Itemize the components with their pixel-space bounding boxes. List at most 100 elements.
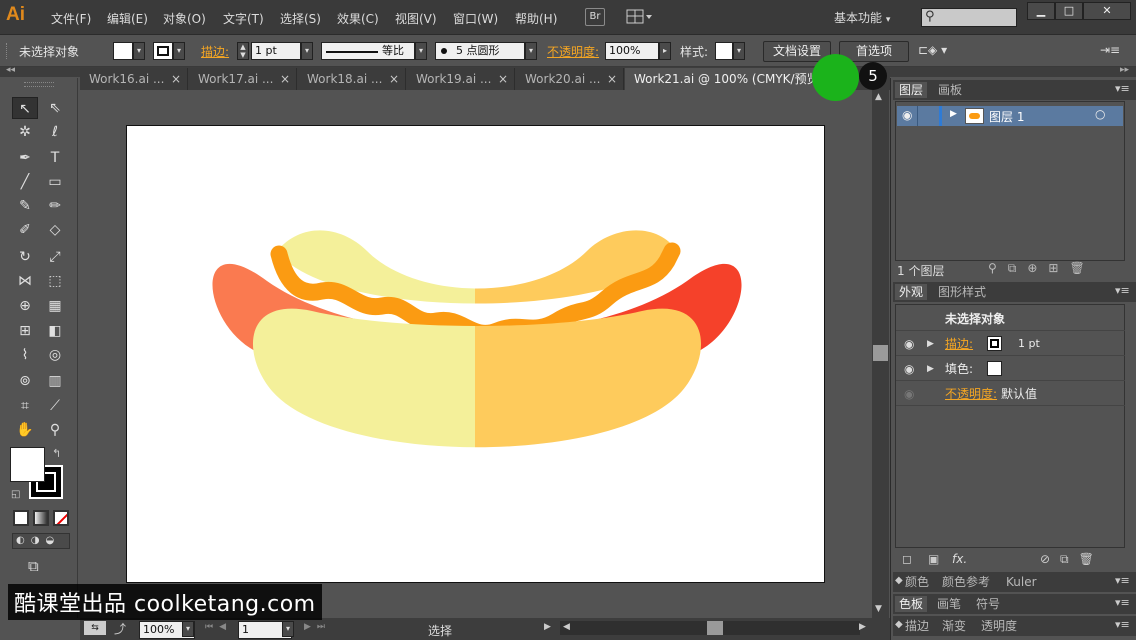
tab-gradient[interactable]: 渐变 [938, 618, 970, 634]
zoom-tool-icon[interactable]: ⚲ [42, 419, 68, 441]
expand-layer-icon[interactable]: ▶ [950, 109, 957, 119]
fill-swatch[interactable] [113, 42, 133, 60]
toolbar-grip[interactable] [24, 82, 54, 87]
bottom-bun-shape[interactable] [253, 308, 701, 448]
stroke-dropdown[interactable]: ▾ [173, 42, 185, 60]
tab-work17[interactable]: Work17.ai ... × [189, 68, 297, 90]
artboard-dropdown[interactable]: ▾ [282, 621, 294, 637]
tab-appearance[interactable]: 外观 [895, 284, 928, 300]
swap-colors-icon[interactable]: ↰ [52, 447, 61, 460]
brush-select[interactable]: 5 点圆形 [435, 42, 525, 60]
menu-file[interactable]: 文件(F) [51, 10, 91, 27]
blend-tool-icon[interactable]: ◎ [42, 344, 68, 366]
pen-tool-icon[interactable]: ✒ [12, 147, 38, 169]
scale-tool-icon[interactable]: ⤢ [42, 246, 68, 268]
target-circle-icon[interactable]: ○ [1095, 107, 1105, 121]
stroke-weight-input[interactable]: 1 pt [251, 42, 301, 60]
stroke-weight-dropdown[interactable]: ▾ [301, 42, 313, 60]
stroke-swatch[interactable] [153, 42, 173, 60]
scroll-down-icon[interactable]: ▼ [875, 604, 882, 614]
vertical-scroll-thumb[interactable] [873, 345, 888, 361]
slice-tool-icon[interactable]: ⟋ [42, 395, 68, 417]
tab-brushes[interactable]: 画笔 [933, 596, 965, 612]
bridge-button[interactable]: Br [585, 8, 605, 26]
tab-artboards[interactable]: 画板 [934, 82, 966, 98]
line-tool-icon[interactable]: ╱ [12, 171, 38, 193]
minimize-button[interactable]: ▁ [1027, 2, 1055, 20]
tab-close-icon[interactable]: × [498, 68, 508, 90]
stroke-profile-dropdown[interactable]: ▾ [415, 42, 427, 60]
panel-menu-icon[interactable]: ▾≡ [1115, 596, 1130, 609]
perspective-grid-tool-icon[interactable]: ▦ [42, 295, 68, 317]
gradient-tool-icon[interactable]: ◧ [42, 320, 68, 342]
appearance-panel-menu-icon[interactable]: ▾≡ [1115, 284, 1130, 297]
appearance-stroke-value[interactable]: 1 pt [1018, 332, 1040, 356]
tab-layers[interactable]: 图层 [895, 82, 928, 98]
pencil-tool-icon[interactable]: ✏ [42, 195, 68, 217]
lasso-tool-icon[interactable]: ℓ [42, 121, 68, 143]
artboard[interactable] [126, 125, 825, 583]
tab-swatches[interactable]: 色板 [895, 596, 928, 612]
stroke-weight-stepper[interactable]: ▲ ▼ [237, 42, 249, 60]
screen-mode-icon[interactable]: ⧉ [28, 557, 39, 575]
menu-window[interactable]: 窗口(W) [453, 10, 498, 27]
tab-work18[interactable]: Work18.ai ... × [298, 68, 406, 90]
scroll-up-icon[interactable]: ▲ [875, 92, 882, 102]
control-menu-icon[interactable]: ⇥≡ [1100, 43, 1120, 57]
type-tool-icon[interactable]: T [42, 147, 68, 169]
menu-select[interactable]: 选择(S) [280, 10, 321, 27]
hand-tool-icon[interactable]: ✋ [12, 419, 38, 441]
panel-menu-icon[interactable]: ▾≡ [1115, 618, 1130, 631]
menu-object[interactable]: 对象(O) [163, 10, 206, 27]
graphic-style-swatch[interactable] [715, 42, 733, 60]
layers-footer-icons[interactable]: ⚲⧉⊕⊞🗑 [988, 261, 1096, 276]
symbol-sprayer-tool-icon[interactable]: ⊚ [12, 370, 38, 392]
appearance-stroke-row[interactable]: ◉ ▶ 描边: 1 pt [896, 332, 1125, 356]
visibility-eye-icon[interactable]: ◉ [904, 357, 914, 381]
fill-dropdown[interactable]: ▾ [133, 42, 145, 60]
drawing-modes-icon[interactable]: ◐◑◒ [12, 533, 70, 549]
eraser-tool-icon[interactable]: ◇ [42, 219, 68, 241]
none-mode-icon[interactable] [53, 510, 69, 526]
direct-selection-tool-icon[interactable]: ⇖ [42, 97, 68, 119]
rotate-tool-icon[interactable]: ↻ [12, 246, 38, 268]
graphic-style-dropdown[interactable]: ▾ [733, 42, 745, 60]
stroke-label[interactable]: 描边: [201, 43, 229, 60]
status-tool-text[interactable]: 选择 [428, 622, 452, 639]
shape-builder-tool-icon[interactable]: ⊕ [12, 295, 38, 317]
appearance-stroke-swatch[interactable] [987, 336, 1002, 351]
tab-symbols[interactable]: 符号 [972, 596, 1004, 612]
new-stroke-icon[interactable]: ◻ [902, 552, 912, 566]
add-effect-button[interactable]: fx. [952, 552, 967, 566]
visibility-eye-icon[interactable]: ◉ [902, 108, 912, 122]
expand-icon[interactable]: ▶ [927, 357, 934, 381]
rectangle-tool-icon[interactable]: ▭ [42, 171, 68, 193]
eyedropper-tool-icon[interactable]: ⌇ [12, 344, 38, 366]
opacity-label[interactable]: 不透明度: [547, 43, 599, 60]
panel-menu-icon[interactable]: ▾≡ [1115, 574, 1130, 587]
export-icon[interactable]: ⤴ [114, 620, 126, 637]
mesh-tool-icon[interactable]: ⊞ [12, 320, 38, 342]
arrange-icon[interactable]: ⊏◈ ▾ [918, 43, 952, 59]
first-prev-artboard-icons[interactable]: ⏮◀ [205, 622, 232, 632]
appearance-footer-icons[interactable]: ⊘⧉🗑 [1040, 552, 1104, 567]
appearance-fill-swatch[interactable] [987, 361, 1002, 376]
tab-close-icon[interactable]: × [280, 68, 290, 90]
zoom-dropdown[interactable]: ▾ [182, 621, 194, 637]
artboard-tool-icon[interactable]: ⌗ [12, 395, 38, 417]
fill-color-box[interactable] [10, 447, 45, 482]
menu-effect[interactable]: 效果(C) [337, 10, 379, 27]
layer-row[interactable]: ◉ ▶ 图层 1 ○ [897, 106, 1123, 126]
appearance-fill-row[interactable]: ◉ ▶ 填色: [896, 357, 1125, 381]
new-fill-icon[interactable]: ▣ [928, 552, 939, 566]
next-last-artboard-icons[interactable]: ▶⏭ [304, 622, 331, 632]
layers-panel-menu-icon[interactable]: ▾≡ [1115, 82, 1130, 95]
visibility-eye-icon[interactable]: ◉ [904, 382, 914, 406]
scroll-right-icon[interactable]: ▶ [859, 622, 866, 632]
menu-edit[interactable]: 编辑(E) [107, 10, 148, 27]
horizontal-scroll-thumb[interactable] [707, 621, 723, 635]
help-search-input[interactable]: ⚲ [921, 8, 1017, 27]
arrange-documents-icon[interactable] [626, 7, 654, 27]
grip-handle[interactable] [6, 43, 9, 59]
tab-close-icon[interactable]: × [389, 68, 399, 90]
